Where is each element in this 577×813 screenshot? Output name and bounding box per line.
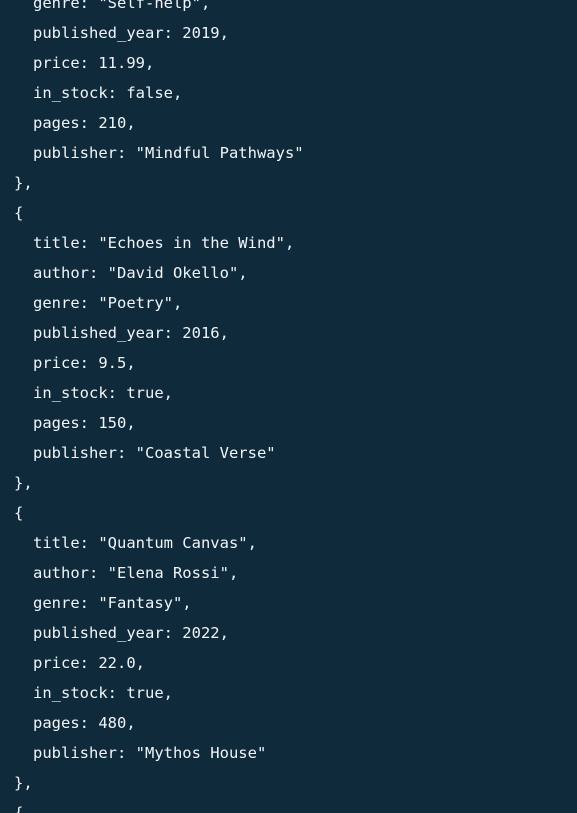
code-line: publisher: "Coastal Verse" (33, 444, 276, 462)
code-line: in_stock: true, (33, 684, 173, 702)
code-line: in_stock: false, (33, 84, 183, 102)
code-line: price: 11.99, (33, 54, 155, 72)
code-line: publisher: "Mythos House" (33, 744, 267, 762)
code-line: in_stock: true, (33, 384, 173, 402)
code-line: published_year: 2022, (33, 624, 229, 642)
code-line: }, (14, 774, 33, 792)
code-line: { (14, 204, 24, 222)
code-line: title: "Echoes in the Wind", (33, 234, 295, 252)
code-viewer: genre: "Self-help", published_year: 2019,… (0, 0, 577, 813)
code-line: }, (14, 174, 33, 192)
code-line: author: "Elena Rossi", (33, 564, 239, 582)
code-line: publisher: "Mindful Pathways" (33, 144, 304, 162)
code-line: pages: 480, (33, 714, 136, 732)
code-line: published_year: 2016, (33, 324, 229, 342)
code-line: published_year: 2019, (33, 24, 229, 42)
code-line: author: "David Okello", (33, 264, 248, 282)
code-line: title: "Quantum Canvas", (33, 534, 257, 552)
code-line: { (14, 804, 24, 813)
code-line: pages: 210, (33, 114, 136, 132)
code-line: genre: "Fantasy", (33, 594, 192, 612)
code-line: price: 22.0, (33, 654, 145, 672)
code-line: pages: 150, (33, 414, 136, 432)
code-line: }, (14, 474, 33, 492)
code-line: genre: "Poetry", (33, 294, 183, 312)
code-line: price: 9.5, (33, 354, 136, 372)
code-lines: genre: "Self-help", published_year: 2019,… (0, 0, 577, 813)
code-line: genre: "Self-help", (33, 0, 211, 12)
code-line: { (14, 504, 24, 522)
